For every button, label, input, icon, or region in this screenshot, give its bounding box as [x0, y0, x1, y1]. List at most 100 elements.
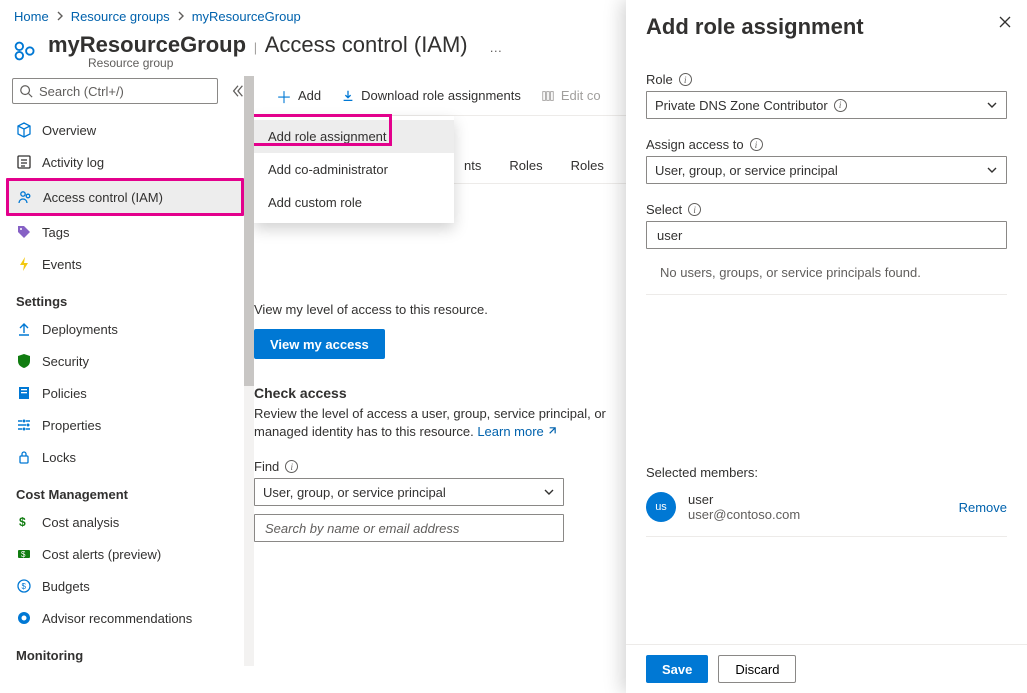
sidebar-item-locks[interactable]: Locks [8, 441, 254, 473]
people-icon [17, 189, 33, 205]
panel-footer: Save Discard [626, 644, 1027, 693]
sidebar-item-label: Cost analysis [42, 515, 119, 530]
sidebar-item-activity-log[interactable]: Activity log [8, 146, 254, 178]
sidebar-section-monitoring: Monitoring [8, 634, 254, 667]
sidebar-item-cost-analysis[interactable]: $ Cost analysis [8, 506, 254, 538]
sidebar-item-budgets[interactable]: $ Budgets [8, 570, 254, 602]
sidebar-item-label: Activity log [42, 155, 104, 170]
lightning-icon [16, 256, 32, 272]
separator [646, 536, 1007, 537]
tab-roles2[interactable]: Roles [571, 158, 604, 173]
find-label: Find i [254, 459, 634, 474]
sidebar-item-events[interactable]: Events [8, 248, 254, 280]
add-custom-role-item[interactable]: Add custom role [254, 186, 454, 219]
chevron-double-left-icon [231, 84, 245, 98]
sidebar-item-tags[interactable]: Tags [8, 216, 254, 248]
member-email: user@contoso.com [688, 507, 800, 522]
scrollbar-thumb[interactable] [244, 76, 254, 386]
role-label: Rolei [646, 72, 1007, 87]
role-select-value: Private DNS Zone Contributor [655, 98, 828, 113]
download-label: Download role assignments [361, 88, 521, 103]
sidebar-item-label: Events [42, 257, 82, 272]
resource-kind: Resource group [88, 56, 502, 70]
sidebar: Search (Ctrl+/) Overview Activity log Ac… [0, 76, 254, 693]
discard-button[interactable]: Discard [718, 655, 796, 683]
add-button[interactable]: ＋ Add [276, 84, 321, 108]
close-button[interactable] [997, 14, 1013, 30]
check-access-heading: Check access [254, 385, 634, 401]
cost-icon: $ [16, 514, 32, 530]
sidebar-item-label: Overview [42, 123, 96, 138]
add-label: Add [298, 88, 321, 103]
breadcrumb-current[interactable]: myResourceGroup [192, 9, 301, 24]
sidebar-item-cost-alerts[interactable]: $ Cost alerts (preview) [8, 538, 254, 570]
remove-member-link[interactable]: Remove [959, 500, 1007, 515]
budget-icon: $ [16, 578, 32, 594]
check-access-description: Review the level of access a user, group… [254, 405, 634, 441]
separator [646, 294, 1007, 295]
sidebar-item-deployments[interactable]: Deployments [8, 313, 254, 345]
find-select-value: User, group, or service principal [263, 485, 446, 500]
edit-columns-button[interactable]: Edit co [541, 88, 601, 103]
select-search-input[interactable] [646, 221, 1007, 249]
sidebar-item-label: Locks [42, 450, 76, 465]
sidebar-item-policies[interactable]: Policies [8, 377, 254, 409]
select-search-field[interactable] [655, 227, 998, 244]
breadcrumb-home[interactable]: Home [14, 9, 49, 24]
info-icon[interactable]: i [688, 203, 701, 216]
sidebar-item-advisor[interactable]: Advisor recommendations [8, 602, 254, 634]
role-select[interactable]: Private DNS Zone Contributor i [646, 91, 1007, 119]
content-area: View my level of access to this resource… [254, 302, 654, 542]
find-select[interactable]: User, group, or service principal [254, 478, 564, 506]
chevron-down-icon [986, 164, 998, 176]
learn-more-link[interactable]: Learn more [477, 424, 556, 439]
tab-assignments[interactable]: nts [464, 158, 481, 173]
sidebar-item-security[interactable]: Security [8, 345, 254, 377]
chevron-down-icon [543, 486, 555, 498]
more-button[interactable]: … [489, 40, 502, 55]
download-role-assignments-button[interactable]: Download role assignments [341, 88, 521, 103]
sidebar-section-cost: Cost Management [8, 473, 254, 506]
find-search-input[interactable] [254, 514, 564, 542]
sidebar-item-label: Advisor recommendations [42, 611, 192, 626]
sidebar-item-label: Access control (IAM) [43, 190, 163, 205]
download-icon [341, 89, 355, 103]
sidebar-item-label: Policies [42, 386, 87, 401]
sidebar-item-label: Security [42, 354, 89, 369]
search-input[interactable]: Search (Ctrl+/) [12, 78, 218, 104]
svg-text:$: $ [21, 550, 26, 559]
sidebar-item-overview[interactable]: Overview [8, 114, 254, 146]
sidebar-item-label: Deployments [42, 322, 118, 337]
info-icon[interactable]: i [750, 138, 763, 151]
save-button[interactable]: Save [646, 655, 708, 683]
edit-label: Edit co [561, 88, 601, 103]
find-search-field[interactable] [263, 520, 555, 537]
member-name: user [688, 492, 800, 507]
breadcrumb-resource-groups[interactable]: Resource groups [71, 9, 170, 24]
assign-access-select[interactable]: User, group, or service principal [646, 156, 1007, 184]
selected-members-label: Selected members: [646, 465, 1007, 480]
sidebar-item-label: Budgets [42, 579, 90, 594]
info-icon[interactable]: i [285, 460, 298, 473]
tab-roles[interactable]: Roles [509, 158, 542, 173]
svg-text:$: $ [19, 515, 26, 529]
sidebar-section-settings: Settings [8, 280, 254, 313]
resource-group-icon [10, 37, 38, 65]
add-co-administrator-item[interactable]: Add co-administrator [254, 153, 454, 186]
add-menu: Add role assignment Add co-administrator… [254, 116, 454, 223]
scrollbar[interactable] [244, 76, 254, 666]
info-icon[interactable]: i [834, 99, 847, 112]
search-placeholder: Search (Ctrl+/) [39, 84, 124, 99]
add-role-assignment-item[interactable]: Add role assignment [254, 120, 454, 153]
avatar: us [646, 492, 676, 522]
properties-icon [16, 417, 32, 433]
info-icon[interactable]: i [679, 73, 692, 86]
shield-icon [16, 353, 32, 369]
assign-access-label: Assign access toi [646, 137, 1007, 152]
search-icon [19, 84, 33, 98]
view-my-access-button[interactable]: View my access [254, 329, 385, 359]
sidebar-item-properties[interactable]: Properties [8, 409, 254, 441]
chevron-right-icon [55, 11, 65, 21]
sidebar-item-access-control[interactable]: Access control (IAM) [9, 181, 241, 213]
chevron-down-icon [986, 99, 998, 111]
